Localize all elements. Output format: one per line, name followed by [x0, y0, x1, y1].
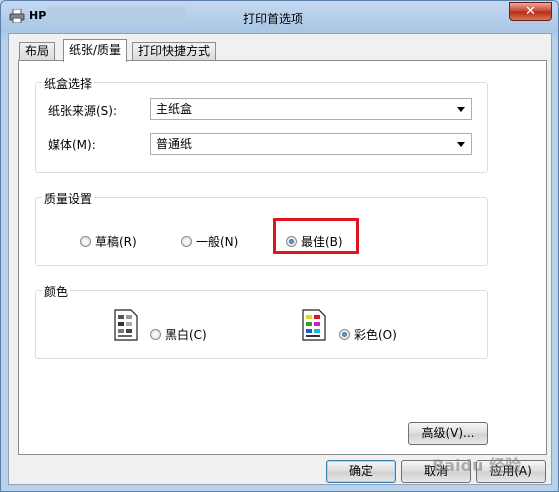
color-color-radio[interactable]: 彩色(O) [339, 326, 397, 343]
window-title: 打印首选项 [242, 12, 303, 26]
radio-circle-icon [181, 236, 192, 247]
color-document-icon [302, 309, 326, 341]
title-bar[interactable]: HP 打印首选项 ✕ [1, 1, 558, 33]
radio-selected-icon [339, 329, 350, 340]
media-value: 普通纸 [156, 137, 193, 151]
quality-settings-group: 质量设置 草稿(R) 一般(N) 最佳(B) [35, 190, 488, 266]
chevron-down-icon [457, 107, 465, 112]
paper-source-dropdown[interactable]: 主纸盒 [150, 98, 472, 120]
close-button[interactable]: ✕ [509, 2, 552, 21]
color-grayscale-radio[interactable]: 黑白(C) [150, 326, 207, 343]
quality-draft-radio[interactable]: 草稿(R) [80, 233, 137, 250]
color-label: 彩色(O) [354, 328, 397, 342]
paper-source-label: 纸张来源(S): [48, 104, 118, 118]
printer-icon [9, 9, 25, 23]
media-dropdown[interactable]: 普通纸 [150, 133, 472, 155]
ok-button[interactable]: 确定 [326, 460, 396, 483]
radio-circle-icon [80, 236, 91, 247]
advanced-button[interactable]: 高级(V)... [408, 422, 488, 445]
tray-selection-group: 纸盒选择 纸张来源(S): 主纸盒 媒体(M): 普通纸 [35, 75, 488, 173]
tray-group-title: 纸盒选择 [42, 75, 95, 92]
paper-source-value: 主纸盒 [156, 102, 193, 116]
grayscale-label: 黑白(C) [165, 328, 207, 342]
quality-normal-radio[interactable]: 一般(N) [181, 233, 238, 250]
watermark-text: Baidu 经验 [432, 456, 521, 475]
tab-panel-paper-quality: 纸盒选择 纸张来源(S): 主纸盒 媒体(M): 普通纸 质量设置 草稿(R) [18, 60, 547, 455]
dialog-client-area: 布局 纸张/质量 打印快捷方式 纸盒选择 纸张来源(S): 主纸盒 媒体(M):… [8, 33, 552, 485]
quality-normal-label: 一般(N) [196, 235, 239, 249]
print-preferences-window: HP 打印首选项 ✕ 布局 纸张/质量 打印快捷方式 纸盒选择 纸张来源(S):… [0, 0, 559, 492]
media-label: 媒体(M): [48, 138, 96, 152]
redacted-title-region [47, 7, 187, 25]
tab-layout[interactable]: 布局 [19, 42, 56, 61]
annotation-highlight-box [273, 218, 359, 254]
color-group: 颜色 黑白(C) 彩色(O) [35, 283, 488, 359]
color-group-title: 颜色 [42, 283, 71, 300]
radio-circle-icon [150, 329, 161, 340]
grayscale-document-icon [114, 309, 138, 341]
quality-group-title: 质量设置 [42, 190, 95, 207]
tab-paper-quality[interactable]: 纸张/质量 [63, 39, 128, 62]
quality-draft-label: 草稿(R) [95, 235, 137, 249]
tab-print-shortcuts[interactable]: 打印快捷方式 [132, 42, 217, 61]
window-app-name: HP [29, 9, 47, 22]
chevron-down-icon [457, 142, 465, 147]
